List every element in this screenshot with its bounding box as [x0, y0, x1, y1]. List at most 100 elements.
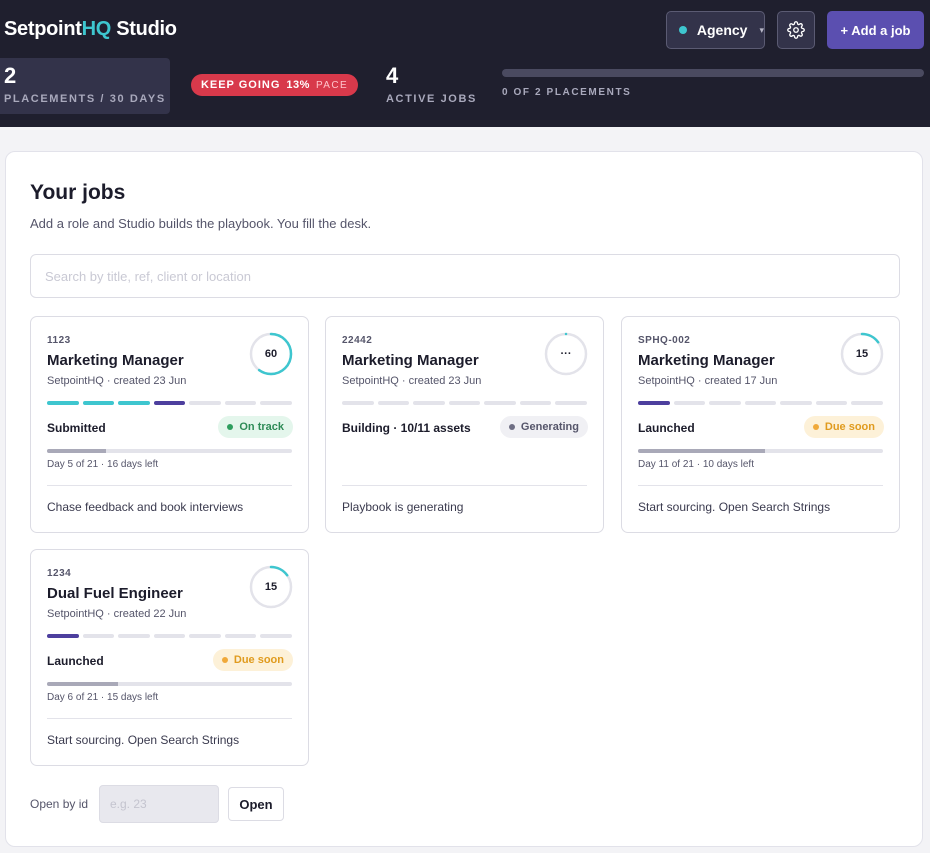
- stage-label: Submitted: [47, 421, 106, 435]
- brand-suffix: Studio: [111, 18, 177, 40]
- stage-segment: [780, 401, 812, 405]
- card-divider: [47, 485, 292, 486]
- job-title: Marketing Manager: [342, 352, 479, 369]
- days-remaining: Day 5 of 21 · 16 days left: [47, 459, 159, 470]
- add-job-button[interactable]: + Add a job: [827, 11, 924, 49]
- stage-segment: [673, 401, 706, 405]
- placements-stat: 2 PLACEMENTS / 30 DAYS: [0, 58, 170, 114]
- stage-segment: [744, 401, 777, 405]
- stage-segment: [118, 634, 150, 638]
- day-progress-fill: [638, 449, 766, 453]
- agency-label: Agency: [696, 22, 748, 38]
- brand-main: Setpoint: [4, 18, 82, 40]
- stage-segment: [189, 634, 221, 638]
- status-text: Due soon: [233, 654, 284, 666]
- job-ref: 1123: [47, 335, 71, 346]
- job-ref: 1234: [47, 568, 72, 579]
- stage-segments: [47, 634, 293, 638]
- pace-status: KEEP GOING: [200, 79, 281, 91]
- job-meta: SetpointHQ · created 23 Jun: [342, 375, 482, 387]
- day-progress-bar: [47, 449, 292, 453]
- stage-segments: [47, 401, 293, 405]
- open-by-id-input[interactable]: [99, 785, 219, 823]
- open-button[interactable]: Open: [228, 787, 284, 821]
- agency-status-dot: [679, 26, 687, 34]
- page-subtitle: Add a role and Studio builds the playboo…: [30, 216, 372, 231]
- stage-segments: [638, 401, 884, 405]
- status-dot: [812, 424, 819, 430]
- stage-segment: [82, 401, 115, 405]
- pace-percent: 13%: [286, 79, 310, 91]
- brand-accent: HQ: [81, 18, 112, 40]
- active-jobs-count: 4: [386, 63, 399, 88]
- status-dot: [221, 657, 228, 663]
- stage-segment: [153, 401, 186, 405]
- card-divider: [638, 485, 883, 486]
- chevron-down-icon: ▾: [759, 24, 764, 35]
- job-title: Marketing Manager: [47, 352, 184, 369]
- job-ref: SPHQ-002: [638, 335, 691, 346]
- job-card[interactable]: 1234 Dual Fuel Engineer SetpointHQ · creat…: [30, 549, 309, 766]
- job-meta: SetpointHQ · created 22 Jun: [47, 608, 187, 620]
- placements-progress-bar: [502, 69, 924, 77]
- next-step: Start sourcing. Open Search Strings: [47, 733, 240, 747]
- open-by-id-label: Open by id: [30, 797, 89, 811]
- status-text: Generating: [520, 421, 579, 433]
- placements-count: 2: [4, 63, 17, 88]
- jobs-panel: Your jobs Add a role and Studio builds t…: [5, 151, 923, 847]
- stage-segment: [815, 401, 848, 405]
- score-value: 60: [264, 348, 278, 360]
- stage-segment: [260, 401, 293, 405]
- stage-segment: [851, 401, 884, 405]
- settings-button[interactable]: [777, 11, 815, 49]
- status-badge: Generating: [499, 416, 588, 438]
- days-remaining: Day 6 of 21 · 15 days left: [47, 692, 159, 703]
- job-ref: 22442: [342, 335, 373, 346]
- day-progress-fill: [47, 682, 119, 686]
- stage-segment: [709, 401, 741, 405]
- brand-logo[interactable]: SetpointHQ Studio: [4, 18, 177, 41]
- stage-segment: [118, 401, 150, 405]
- job-title: Marketing Manager: [638, 352, 775, 369]
- stage-segment: [413, 401, 445, 405]
- pace-label: PACE: [315, 79, 349, 91]
- job-meta: SetpointHQ · created 23 Jun: [47, 375, 187, 387]
- stage-segment: [260, 634, 293, 638]
- stage-segment: [448, 401, 481, 405]
- agency-selector[interactable]: Agency ▾: [666, 11, 765, 49]
- stage-segment: [153, 634, 186, 638]
- status-badge: Due soon: [803, 416, 884, 438]
- day-progress-bar: [47, 682, 292, 686]
- search-input[interactable]: [30, 254, 900, 298]
- status-dot: [227, 424, 234, 430]
- job-card[interactable]: 1123 Marketing Manager SetpointHQ · create…: [30, 316, 309, 533]
- days-remaining: Day 11 of 21 · 10 days left: [638, 459, 754, 470]
- placements-label: PLACEMENTS / 30 DAYS: [4, 93, 166, 105]
- stage-segment: [224, 401, 257, 405]
- active-jobs-label: ACTIVE JOBS: [386, 93, 477, 105]
- placements-progress-label: 0 OF 2 PLACEMENTS: [502, 87, 632, 98]
- stage-segment: [47, 401, 79, 405]
- score-value: 15: [855, 348, 869, 360]
- stage-segment: [342, 401, 374, 405]
- stage-segment: [519, 401, 552, 405]
- next-step: Playbook is generating: [342, 500, 464, 514]
- stage-segments: [342, 401, 588, 405]
- next-step: Chase feedback and book interviews: [47, 500, 244, 514]
- score-value: ···: [560, 348, 572, 360]
- stage-segment: [638, 401, 670, 405]
- day-progress-bar: [638, 449, 883, 453]
- stage-segment: [484, 401, 516, 405]
- pace-badge: KEEP GOING 13% PACE: [191, 74, 358, 96]
- job-title: Dual Fuel Engineer: [47, 585, 183, 602]
- status-badge: Due soon: [212, 649, 293, 671]
- job-card[interactable]: SPHQ-002 Marketing Manager SetpointHQ · cr…: [621, 316, 900, 533]
- card-divider: [47, 718, 292, 719]
- stage-segment: [82, 634, 115, 638]
- stage-label: Launched: [47, 654, 104, 668]
- stage-label: Launched: [638, 421, 695, 435]
- job-card[interactable]: 22442 Marketing Manager SetpointHQ · creat…: [325, 316, 604, 533]
- status-text: On track: [239, 421, 284, 433]
- top-bar: SetpointHQ Studio Agency ▾ + Add a job 2…: [0, 0, 930, 127]
- stage-segment: [47, 634, 79, 638]
